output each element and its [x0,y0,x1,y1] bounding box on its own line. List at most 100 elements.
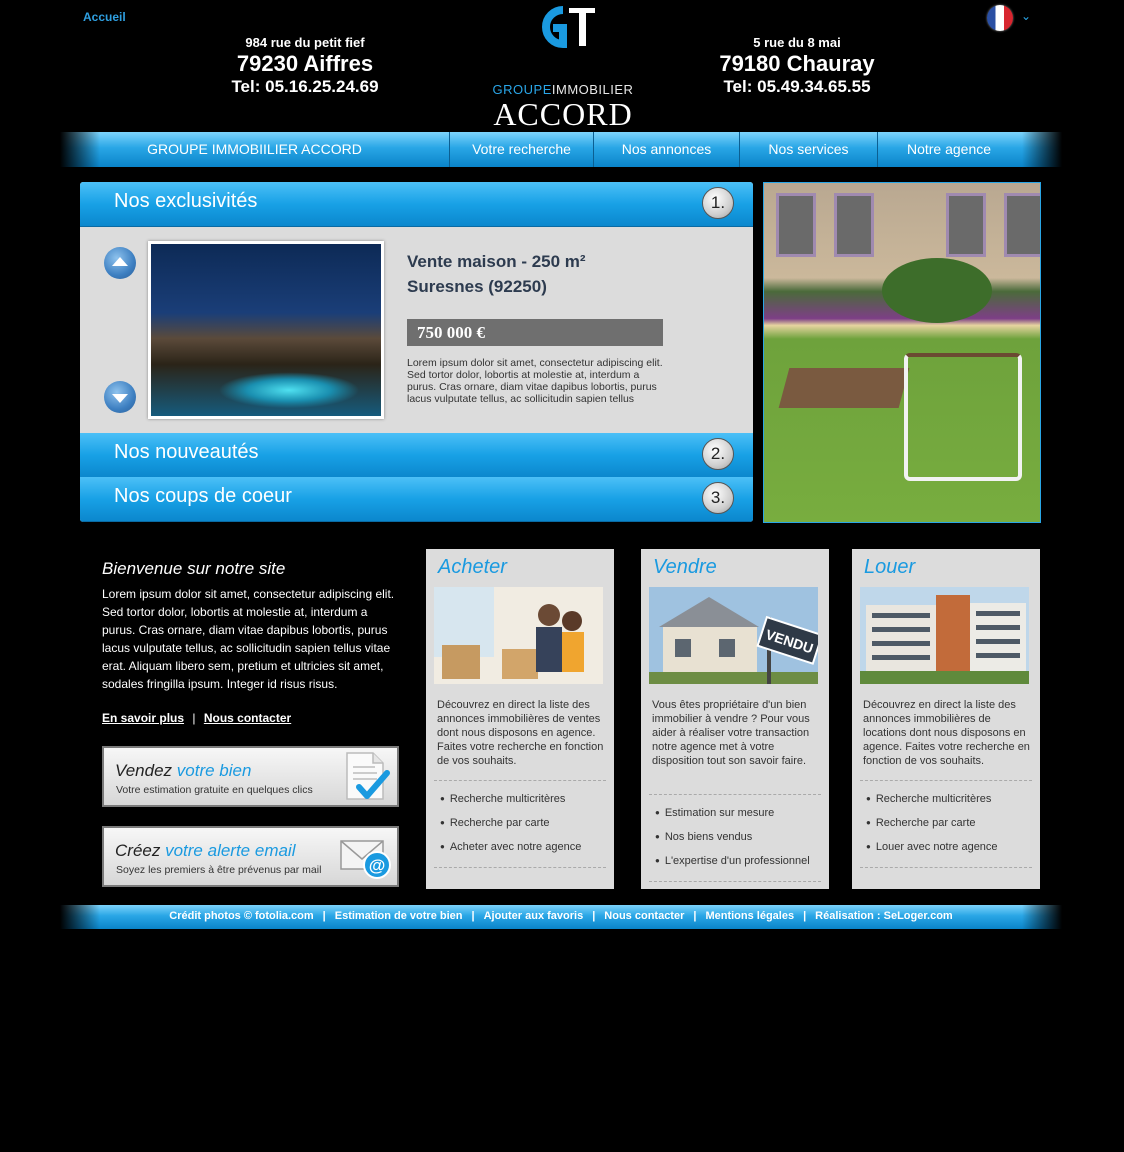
service-description: Découvrez en direct la liste des annonce… [863,699,1030,767]
window-shape [946,193,986,257]
garden-table-shape [778,368,910,408]
service-link[interactable]: Nos biens vendus [649,825,821,849]
logo-text-immobilier: IMMOBILIER [551,82,634,97]
email-alert-banner[interactable]: Créez votre alerte email Soyez les premi… [102,826,399,887]
arrow-down-icon [112,394,128,403]
service-link[interactable]: Acheter avec notre agence [434,835,606,859]
promo-title: Créez votre alerte email [115,841,295,861]
accordion-number-badge: 3. [702,482,734,514]
listing-title-line2: Suresnes (92250) [407,277,547,296]
footer-link-credits[interactable]: Crédit photos © fotolia.com [169,910,313,922]
agency-phone[interactable]: Tel: 05.16.25.24.69 [205,76,405,98]
listing-price: 750 000 € [407,319,663,346]
accordion-panel: Vente maison - 250 m² Suresnes (92250) 7… [80,227,753,433]
house-sold-image: VENDU [649,587,818,684]
apartment-building-image [860,587,1029,684]
couple-moving-image [434,587,603,684]
promo-subtitle: Soyez les premiers à être prévenus par m… [116,864,322,876]
footer-link-favorites[interactable]: Ajouter aux favoris [484,910,584,922]
garden-photo [763,182,1041,523]
accordion-title: Nos coups de coeur [114,485,292,507]
listing-description: Lorem ipsum dolor sit amet, consectetur … [407,357,663,405]
agency-address-right: 5 rue du 8 mai 79180 Chauray Tel: 05.49.… [697,35,897,98]
nav-item-services[interactable]: Nos services [740,132,877,167]
email-envelope-icon: @ [340,840,391,879]
service-links: Recherche multicritères Recherche par ca… [434,780,606,868]
service-title[interactable]: Acheter [438,556,507,579]
promo-title-a: Vendez [115,761,173,780]
welcome-links: En savoir plus | Nous contacter [102,711,291,725]
agency-street: 5 rue du 8 mai [753,35,841,50]
arrow-up-icon [112,257,128,266]
nav-item-annonces[interactable]: Nos annonces [594,132,739,167]
france-flag-icon[interactable] [987,5,1013,31]
agency-street: 984 rue du petit fief [245,35,365,50]
service-box-louer: Louer Découvrez en direct la liste des a… [852,549,1040,889]
window-shape [1004,193,1040,257]
nav-item-recherche[interactable]: Votre recherche [450,132,593,167]
agency-city: 79180 Chauray [719,51,875,76]
service-description: Découvrez en direct la liste des annonce… [437,699,604,767]
listings-accordion: Nos exclusivités 1. Vente maison - 250 m… [80,182,753,522]
promo-title-b: votre bien [176,761,252,780]
accordion-title: Nos exclusivités [114,190,258,212]
scroll-up-button[interactable] [104,247,136,279]
listing-title[interactable]: Vente maison - 250 m² Suresnes (92250) [407,249,586,299]
service-box-acheter: Acheter Découvrez en direct la liste des… [426,549,614,889]
contact-link[interactable]: Nous contacter [204,711,291,725]
nav-item-home[interactable]: GROUPE IMMOBIILIER ACCORD [60,132,449,167]
garden-chair-shape [904,353,1022,481]
logo-text-groupe: GROUPE [492,82,552,97]
accordion-header-coups-de-coeur[interactable]: Nos coups de coeur 3. [80,477,753,522]
link-separator: | [192,711,196,725]
main-nav: GROUPE IMMOBIILIER ACCORD Votre recherch… [60,132,1062,167]
service-title[interactable]: Vendre [653,556,717,579]
accordion-header-exclusivites[interactable]: Nos exclusivités 1. [80,182,753,227]
pool-house-image [151,244,381,416]
sell-property-banner[interactable]: Vendez votre bien Votre estimation gratu… [102,746,399,807]
service-title[interactable]: Louer [864,556,915,579]
footer-link-seloger[interactable]: Réalisation : SeLoger.com [815,910,953,922]
service-link[interactable]: Recherche par carte [860,811,1032,835]
agency-city: 79230 Aiffres [236,51,374,76]
service-link[interactable]: Louer avec notre agence [860,835,1032,859]
footer-separator: | [693,910,697,922]
accordion-number-badge: 1. [702,187,734,219]
logo-mark-icon [542,6,595,48]
learn-more-link[interactable]: En savoir plus [102,711,184,725]
svg-text:@: @ [369,856,386,875]
chevron-down-icon[interactable]: ⌄ [1021,9,1031,23]
footer-link-estimation[interactable]: Estimation de votre bien [335,910,463,922]
site-logo[interactable]: GROUPEIMMOBILIER ACCORD [488,4,638,132]
service-link[interactable]: Recherche multicritères [434,787,606,811]
bush-shape [882,258,992,323]
footer-separator: | [803,910,807,922]
footer-separator: | [471,910,475,922]
window-shape [776,193,816,257]
listing-photo[interactable] [148,241,384,419]
footer-link-contact[interactable]: Nous contacter [604,910,684,922]
logo-text-accord: ACCORD [493,96,633,132]
service-link[interactable]: Recherche par carte [434,811,606,835]
promo-title: Vendez votre bien [115,761,251,781]
listing-title-line1: Vente maison - 250 m² [407,252,586,271]
home-link[interactable]: Accueil [83,10,126,24]
agency-phone[interactable]: Tel: 05.49.34.65.55 [697,76,897,98]
nav-item-agence[interactable]: Notre agence [878,132,1020,167]
footer-link-legal[interactable]: Mentions légales [705,910,794,922]
service-link[interactable]: Estimation sur mesure [649,801,821,825]
accordion-title: Nos nouveautés [114,441,259,463]
welcome-text: Lorem ipsum dolor sit amet, consectetur … [102,587,395,691]
document-check-icon [346,752,390,800]
service-link[interactable]: Recherche multicritères [860,787,1032,811]
footer-separator: | [592,910,596,922]
service-links: Recherche multicritères Recherche par ca… [860,780,1032,868]
logo-text-top: GROUPEIMMOBILIER [488,82,638,97]
scroll-down-button[interactable] [104,381,136,413]
footer-bar: Crédit photos © fotolia.com | Estimation d… [60,905,1062,929]
service-link[interactable]: L'expertise d'un professionnel [649,849,821,873]
accordion-header-nouveautes[interactable]: Nos nouveautés 2. [80,433,753,478]
service-box-vendre: Vendre VENDU Vous êtes propriétaire d'un… [641,549,829,889]
service-description: Vous êtes propriétaire d'un bien immobil… [652,699,810,767]
promo-subtitle: Votre estimation gratuite en quelques cl… [116,784,313,796]
